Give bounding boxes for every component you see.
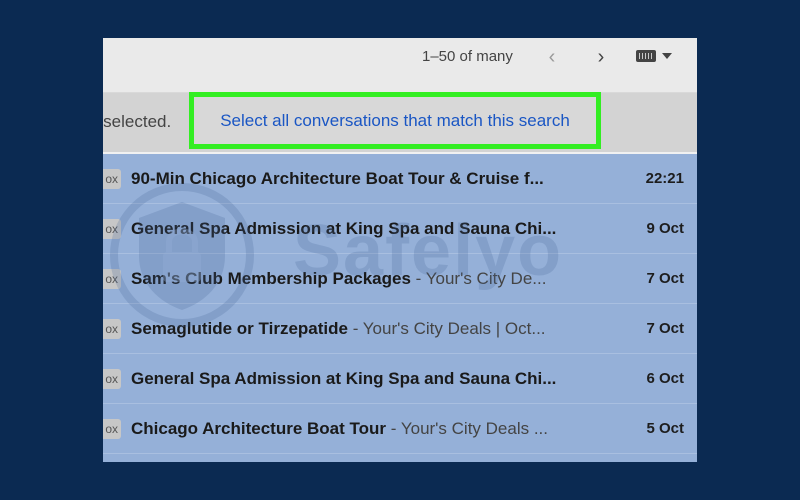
toolbar: 1–50 of many ‹ › — [103, 38, 697, 93]
email-snippet: - Your's City De... — [410, 269, 547, 288]
selected-status-text: e selected. — [103, 112, 172, 131]
email-row[interactable]: ox Semaglutide or Tirzepatide - Your's Ci… — [103, 304, 697, 354]
pagination-text: 1–50 of many — [422, 48, 513, 65]
email-subject: Semaglutide or Tirzepatide — [131, 319, 348, 338]
gmail-window: 1–50 of many ‹ › e selected. Select all … — [103, 38, 697, 462]
email-subject: General Spa Admission at King Spa and Sa… — [131, 219, 557, 238]
email-subject: Sam's Club Membership Packages — [131, 269, 411, 288]
email-subject-line: 90-Min Chicago Architecture Boat Tour & … — [131, 168, 567, 190]
email-snippet: - Your's City Deals | Oct... — [347, 319, 546, 338]
inbox-label-tag: ox — [103, 419, 121, 439]
inbox-label-tag: ox — [103, 219, 121, 239]
email-subject-line: Sam's Club Membership Packages - Your's … — [131, 268, 567, 290]
email-list: ox 90-Min Chicago Architecture Boat Tour … — [103, 154, 697, 462]
email-date: 9 Oct — [646, 220, 684, 237]
inbox-label-tag: ox — [103, 269, 121, 289]
email-subject: Chicago Architecture Boat Tour — [131, 419, 387, 438]
email-row[interactable]: ox Sam's Club Membership Packages - Your'… — [103, 254, 697, 304]
email-snippet: - Your's City Deals ... — [386, 419, 549, 438]
caret-down-icon — [662, 53, 672, 59]
email-date: 5 Oct — [646, 420, 684, 437]
email-subject-line: General Spa Admission at King Spa and Sa… — [131, 218, 567, 240]
email-date: 7 Oct — [646, 270, 684, 287]
inbox-label-tag: ox — [103, 169, 121, 189]
email-subject-line: Chicago Architecture Boat Tour - Your's … — [131, 418, 567, 440]
email-row[interactable]: ox General Spa Admission at King Spa and … — [103, 354, 697, 404]
email-date: 22:21 — [645, 170, 684, 187]
email-row[interactable]: ox General Spa Admission at King Spa and … — [103, 204, 697, 254]
keyboard-icon — [636, 50, 656, 62]
select-all-conversations-link[interactable]: Select all conversations that match this… — [220, 110, 570, 132]
email-date: 6 Oct — [646, 370, 684, 387]
select-all-highlight: Select all conversations that match this… — [189, 92, 601, 149]
chevron-right-icon[interactable]: › — [589, 45, 613, 69]
email-row[interactable]: ox 90-Min Chicago Architecture Boat Tour … — [103, 154, 697, 204]
email-subject-line: Semaglutide or Tirzepatide - Your's City… — [131, 318, 567, 340]
email-subject: General Spa Admission at King Spa and Sa… — [131, 369, 557, 388]
email-subject-line: General Spa Admission at King Spa and Sa… — [131, 368, 567, 390]
inbox-label-tag: ox — [103, 369, 121, 389]
email-subject: 90-Min Chicago Architecture Boat Tour & … — [131, 169, 544, 188]
email-row[interactable]: ox Chicago Architecture Boat Tour - Your'… — [103, 404, 697, 454]
chevron-left-icon[interactable]: ‹ — [540, 45, 564, 69]
email-date: 7 Oct — [646, 320, 684, 337]
inbox-label-tag: ox — [103, 319, 121, 339]
keyboard-input-button[interactable] — [636, 50, 672, 62]
